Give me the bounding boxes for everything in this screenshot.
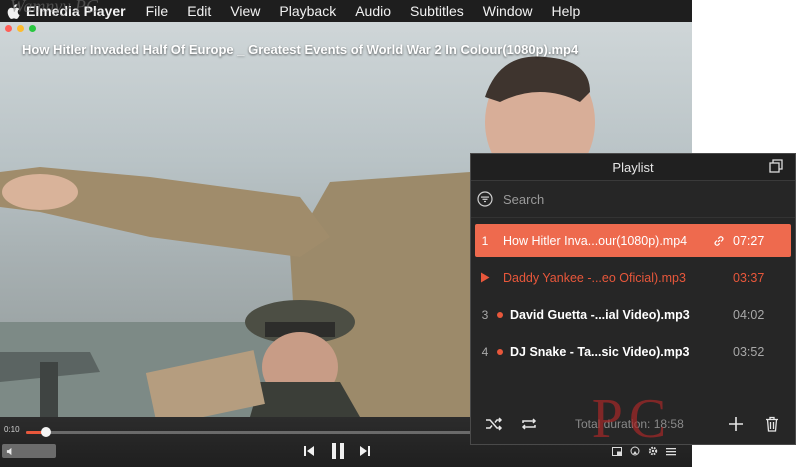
filter-icon[interactable] — [477, 191, 493, 207]
shuffle-icon[interactable] — [485, 416, 503, 432]
repeat-icon[interactable] — [520, 416, 538, 432]
video-title: How Hitler Invaded Half Of Europe _ Grea… — [22, 42, 579, 57]
window-controls — [5, 25, 36, 32]
item-index: 4 — [481, 344, 489, 359]
unplayed-dot-icon — [497, 311, 503, 318]
watermark-text: Wamnyy PC — [10, 0, 98, 16]
playlist-header: Playlist — [471, 154, 795, 181]
menu-view[interactable]: View — [230, 3, 260, 19]
menu-subtitles[interactable]: Subtitles — [410, 3, 464, 19]
zoom-window-button[interactable] — [29, 25, 36, 32]
item-duration: 03:37 — [733, 270, 765, 285]
volume-slider[interactable] — [2, 444, 56, 458]
minimize-window-button[interactable] — [17, 25, 24, 32]
menu-edit[interactable]: Edit — [187, 3, 211, 19]
menu-audio[interactable]: Audio — [355, 3, 391, 19]
menu-help[interactable]: Help — [552, 3, 581, 19]
playlist-items: 1 How Hitler Inva...our(1080p).mp4 07:27… — [471, 224, 795, 368]
link-icon[interactable] — [713, 235, 725, 247]
item-index: 3 — [481, 307, 489, 322]
skip-forward-icon — [360, 446, 370, 456]
now-playing-icon — [475, 272, 495, 283]
menu-playback[interactable]: Playback — [279, 3, 336, 19]
search-input[interactable] — [501, 190, 705, 208]
close-window-button[interactable] — [5, 25, 12, 32]
menu-bar: Elmedia Player File Edit View Playback A… — [0, 0, 692, 22]
playlist-item-4[interactable]: 4 DJ Snake - Ta...sic Video).mp3 03:52 — [475, 335, 791, 368]
item-duration: 04:02 — [733, 307, 765, 322]
trash-icon[interactable] — [763, 416, 781, 432]
item-title: David Guetta -...ial Video).mp3 — [510, 307, 690, 322]
pc-logo-watermark: PC — [591, 388, 673, 450]
current-time: 0:10 — [4, 425, 20, 434]
add-icon[interactable] — [727, 416, 745, 432]
item-title: DJ Snake - Ta...sic Video).mp3 — [510, 344, 690, 359]
pause-button[interactable] — [330, 442, 346, 460]
playlist-item-3[interactable]: 3 David Guetta -...ial Video).mp3 04:02 — [475, 298, 791, 331]
item-index: 1 — [481, 233, 489, 248]
playlist-item-2[interactable]: Daddy Yankee -...eo Oficial).mp3 03:37 — [475, 261, 791, 294]
detach-window-icon[interactable] — [769, 159, 783, 173]
item-duration: 03:52 — [733, 344, 765, 359]
speaker-icon — [6, 447, 12, 455]
item-title: Daddy Yankee -...eo Oficial).mp3 — [503, 270, 686, 285]
unplayed-dot-icon — [497, 348, 503, 355]
item-title: How Hitler Inva...our(1080p).mp4 — [503, 233, 688, 248]
seek-bar-knob[interactable] — [40, 427, 51, 437]
skip-back-icon — [304, 446, 314, 456]
pause-icon — [332, 443, 344, 459]
playlist-title: Playlist — [612, 159, 654, 175]
playlist-item-1[interactable]: 1 How Hitler Inva...our(1080p).mp4 07:27 — [475, 224, 791, 257]
menu-file[interactable]: File — [146, 3, 169, 19]
playlist-search — [471, 181, 795, 218]
item-duration: 07:27 — [733, 233, 765, 248]
previous-track-button[interactable] — [303, 445, 315, 457]
menu-window[interactable]: Window — [483, 3, 533, 19]
next-track-button[interactable] — [359, 445, 371, 457]
